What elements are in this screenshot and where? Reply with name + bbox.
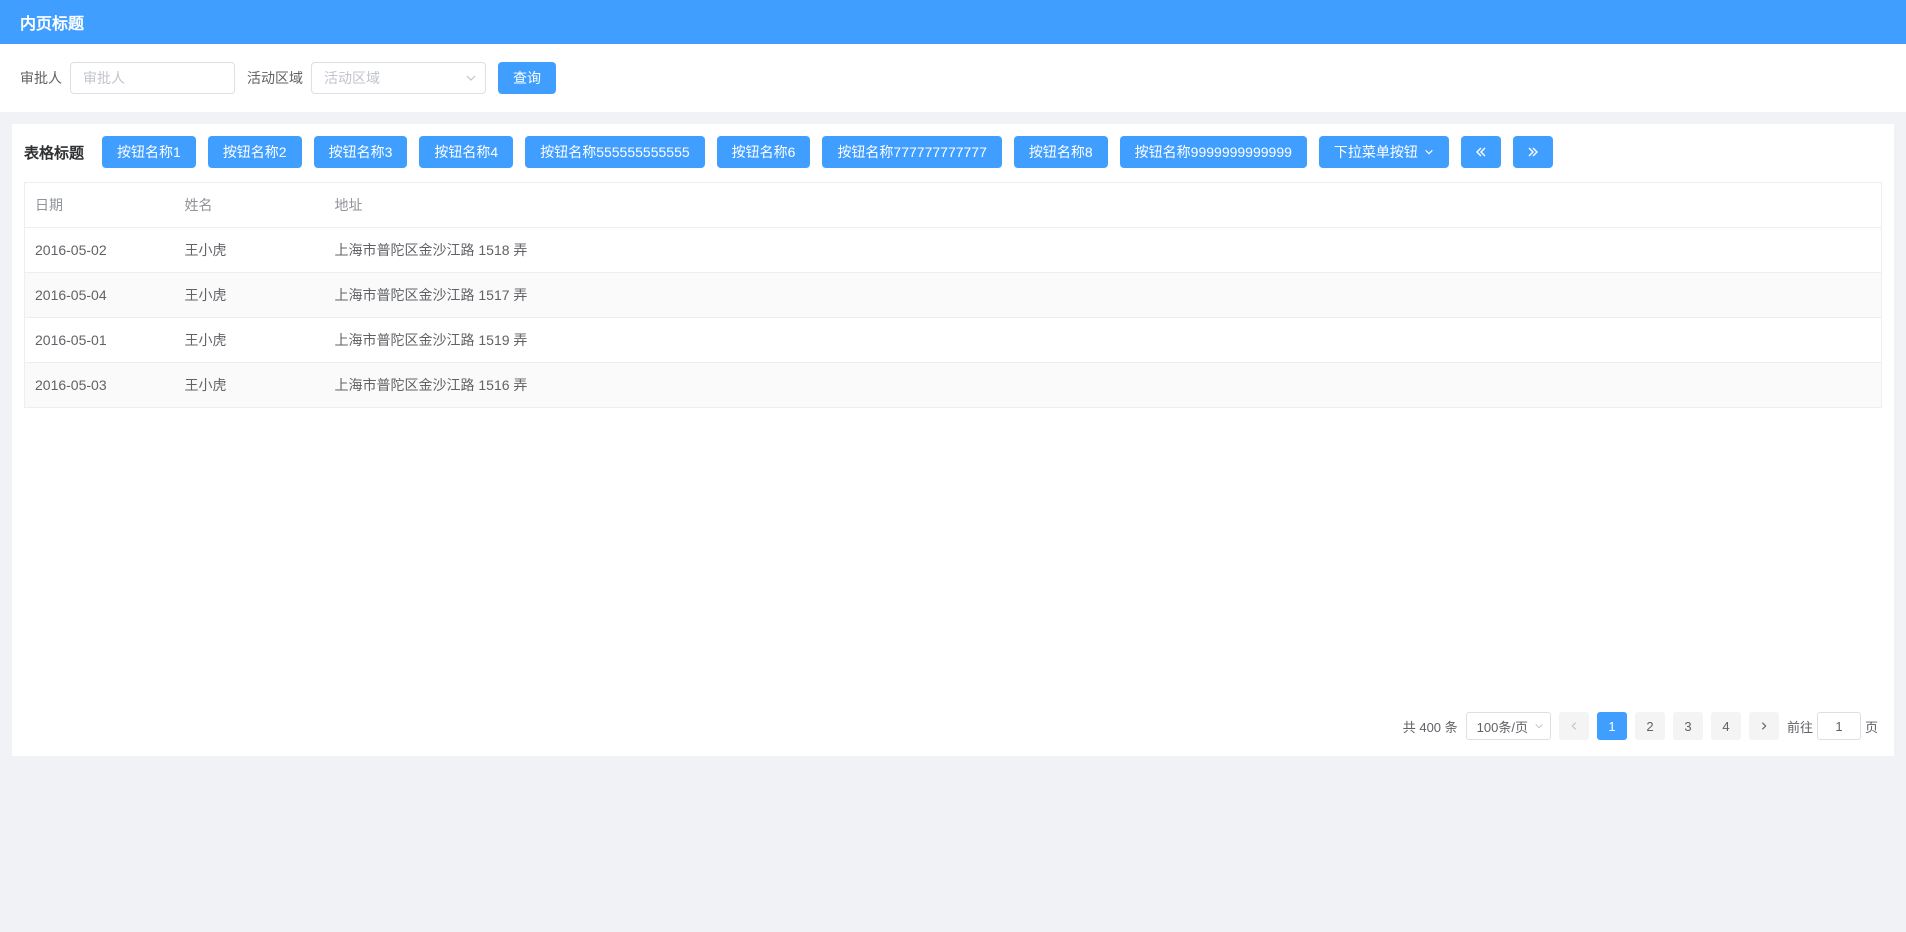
page-header: 内页标题 bbox=[0, 0, 1906, 44]
action-button-9[interactable]: 按钮名称9999999999999 bbox=[1120, 136, 1307, 168]
jump-suffix: 页 bbox=[1865, 717, 1878, 736]
pagination-jump: 前往 页 bbox=[1787, 712, 1878, 740]
pagination-prev-button[interactable] bbox=[1559, 712, 1589, 740]
pagination-page-3[interactable]: 3 bbox=[1673, 712, 1703, 740]
jump-prefix: 前往 bbox=[1787, 717, 1813, 736]
pagination-page-1[interactable]: 1 bbox=[1597, 712, 1627, 740]
page-size-value: 100条/页 bbox=[1477, 717, 1528, 736]
cell-date: 2016-05-01 bbox=[25, 318, 175, 363]
table-row: 2016-05-03王小虎上海市普陀区金沙江路 1516 弄 bbox=[25, 363, 1882, 408]
scroll-right-button[interactable] bbox=[1513, 136, 1553, 168]
pagination-total: 共 400 条 bbox=[1403, 717, 1458, 736]
table-row: 2016-05-01王小虎上海市普陀区金沙江路 1519 弄 bbox=[25, 318, 1882, 363]
table-row: 2016-05-02王小虎上海市普陀区金沙江路 1518 弄 bbox=[25, 228, 1882, 273]
action-button-5[interactable]: 按钮名称555555555555 bbox=[525, 136, 704, 168]
page-title: 内页标题 bbox=[20, 16, 84, 33]
region-label: 活动区域 bbox=[247, 68, 303, 88]
col-header-date: 日期 bbox=[25, 183, 175, 228]
col-header-name: 姓名 bbox=[175, 183, 325, 228]
card-title: 表格标题 bbox=[24, 142, 84, 163]
action-button-1[interactable]: 按钮名称1 bbox=[102, 136, 196, 168]
approver-label: 审批人 bbox=[20, 68, 62, 88]
filter-bar: 审批人 活动区域 活动区域 查询 bbox=[0, 44, 1906, 112]
jump-input[interactable] bbox=[1817, 712, 1861, 740]
region-select[interactable]: 活动区域 bbox=[311, 62, 486, 94]
cell-date: 2016-05-04 bbox=[25, 273, 175, 318]
action-button-2[interactable]: 按钮名称2 bbox=[208, 136, 302, 168]
action-button-4[interactable]: 按钮名称4 bbox=[419, 136, 513, 168]
col-header-address: 地址 bbox=[325, 183, 1882, 228]
cell-name: 王小虎 bbox=[175, 273, 325, 318]
chevron-left-icon bbox=[1569, 721, 1579, 731]
query-button[interactable]: 查询 bbox=[498, 62, 556, 94]
page-size-select[interactable]: 100条/页 bbox=[1466, 712, 1551, 740]
table-wrapper: 日期 姓名 地址 2016-05-02王小虎上海市普陀区金沙江路 1518 弄2… bbox=[24, 182, 1882, 702]
pagination: 共 400 条 100条/页 1234 前往 页 bbox=[24, 702, 1882, 744]
filter-region: 活动区域 活动区域 bbox=[247, 62, 486, 94]
action-button-row: 按钮名称1 按钮名称2 按钮名称3 按钮名称4 按钮名称555555555555 按钮名称… bbox=[102, 136, 1553, 168]
action-button-3[interactable]: 按钮名称3 bbox=[314, 136, 408, 168]
table-header-row: 日期 姓名 地址 bbox=[25, 183, 1882, 228]
cell-address: 上海市普陀区金沙江路 1519 弄 bbox=[325, 318, 1882, 363]
region-select-placeholder: 活动区域 bbox=[324, 68, 380, 88]
content-card: 表格标题 按钮名称1 按钮名称2 按钮名称3 按钮名称4 按钮名称55555555555… bbox=[12, 124, 1894, 756]
pagination-next-button[interactable] bbox=[1749, 712, 1779, 740]
filter-approver: 审批人 bbox=[20, 62, 235, 94]
scroll-left-button[interactable] bbox=[1461, 136, 1501, 168]
double-chevron-right-icon bbox=[1526, 146, 1540, 158]
cell-name: 王小虎 bbox=[175, 228, 325, 273]
cell-address: 上海市普陀区金沙江路 1516 弄 bbox=[325, 363, 1882, 408]
cell-date: 2016-05-03 bbox=[25, 363, 175, 408]
action-button-6[interactable]: 按钮名称6 bbox=[717, 136, 811, 168]
cell-address: 上海市普陀区金沙江路 1518 弄 bbox=[325, 228, 1882, 273]
cell-address: 上海市普陀区金沙江路 1517 弄 bbox=[325, 273, 1882, 318]
cell-name: 王小虎 bbox=[175, 363, 325, 408]
action-button-7[interactable]: 按钮名称777777777777 bbox=[822, 136, 1001, 168]
data-table: 日期 姓名 地址 2016-05-02王小虎上海市普陀区金沙江路 1518 弄2… bbox=[24, 182, 1882, 408]
dropdown-label: 下拉菜单按钮 bbox=[1334, 142, 1418, 162]
chevron-down-icon bbox=[1424, 147, 1434, 157]
double-chevron-left-icon bbox=[1474, 146, 1488, 158]
cell-name: 王小虎 bbox=[175, 318, 325, 363]
card-header: 表格标题 按钮名称1 按钮名称2 按钮名称3 按钮名称4 按钮名称55555555555… bbox=[24, 136, 1882, 168]
approver-input[interactable] bbox=[70, 62, 235, 94]
table-row: 2016-05-04王小虎上海市普陀区金沙江路 1517 弄 bbox=[25, 273, 1882, 318]
pagination-page-2[interactable]: 2 bbox=[1635, 712, 1665, 740]
cell-date: 2016-05-02 bbox=[25, 228, 175, 273]
dropdown-button[interactable]: 下拉菜单按钮 bbox=[1319, 136, 1449, 168]
chevron-right-icon bbox=[1759, 721, 1769, 731]
chevron-down-icon bbox=[465, 72, 477, 84]
chevron-down-icon bbox=[1534, 721, 1544, 731]
action-button-8[interactable]: 按钮名称8 bbox=[1014, 136, 1108, 168]
pagination-page-4[interactable]: 4 bbox=[1711, 712, 1741, 740]
